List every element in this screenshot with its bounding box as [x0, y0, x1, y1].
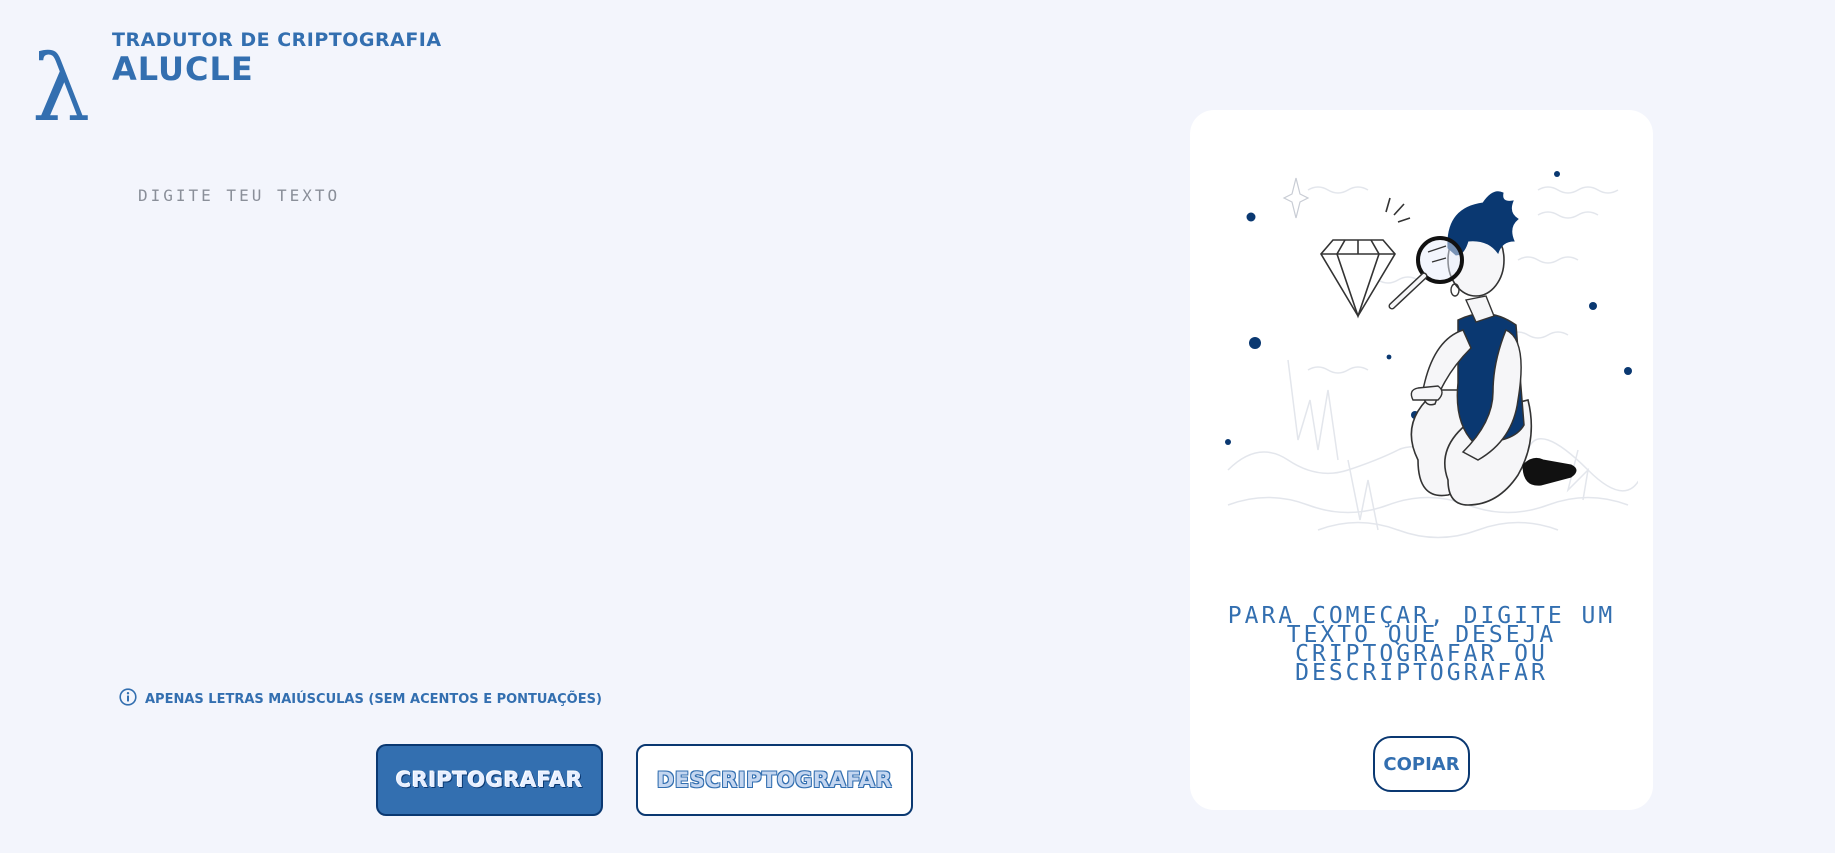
search-illustration — [1208, 160, 1649, 570]
app-subtitle: TRADUTOR DE CRIPTOGRAFIA — [112, 29, 442, 51]
empty-state-message: PARA COMEÇAR, DIGITE UM TEXTO QUE DESEJA… — [1227, 603, 1616, 686]
input-hint: APENAS LETRAS MAIÚSCULAS (SEM ACENTOS E … — [119, 688, 602, 710]
message-input[interactable] — [130, 180, 1030, 650]
brand: TRADUTOR DE CRIPTOGRAFIA ALUCLE — [112, 28, 442, 86]
app-title: ALUCLE — [112, 50, 254, 88]
info-icon — [119, 688, 137, 710]
output-panel: PARA COMEÇAR, DIGITE UM TEXTO QUE DESEJA… — [1190, 110, 1653, 810]
copy-button[interactable]: COPIAR — [1373, 736, 1470, 792]
hint-text: APENAS LETRAS MAIÚSCULAS (SEM ACENTOS E … — [145, 691, 602, 707]
page: λ TRADUTOR DE CRIPTOGRAFIA ALUCLE APENAS… — [0, 0, 1835, 853]
decrypt-button[interactable]: DESCRIPTOGRAFAR — [636, 744, 913, 816]
logo-icon: λ — [28, 35, 108, 142]
svg-text:λ: λ — [32, 40, 90, 130]
encrypt-button[interactable]: CRIPTOGRAFAR — [376, 744, 603, 816]
